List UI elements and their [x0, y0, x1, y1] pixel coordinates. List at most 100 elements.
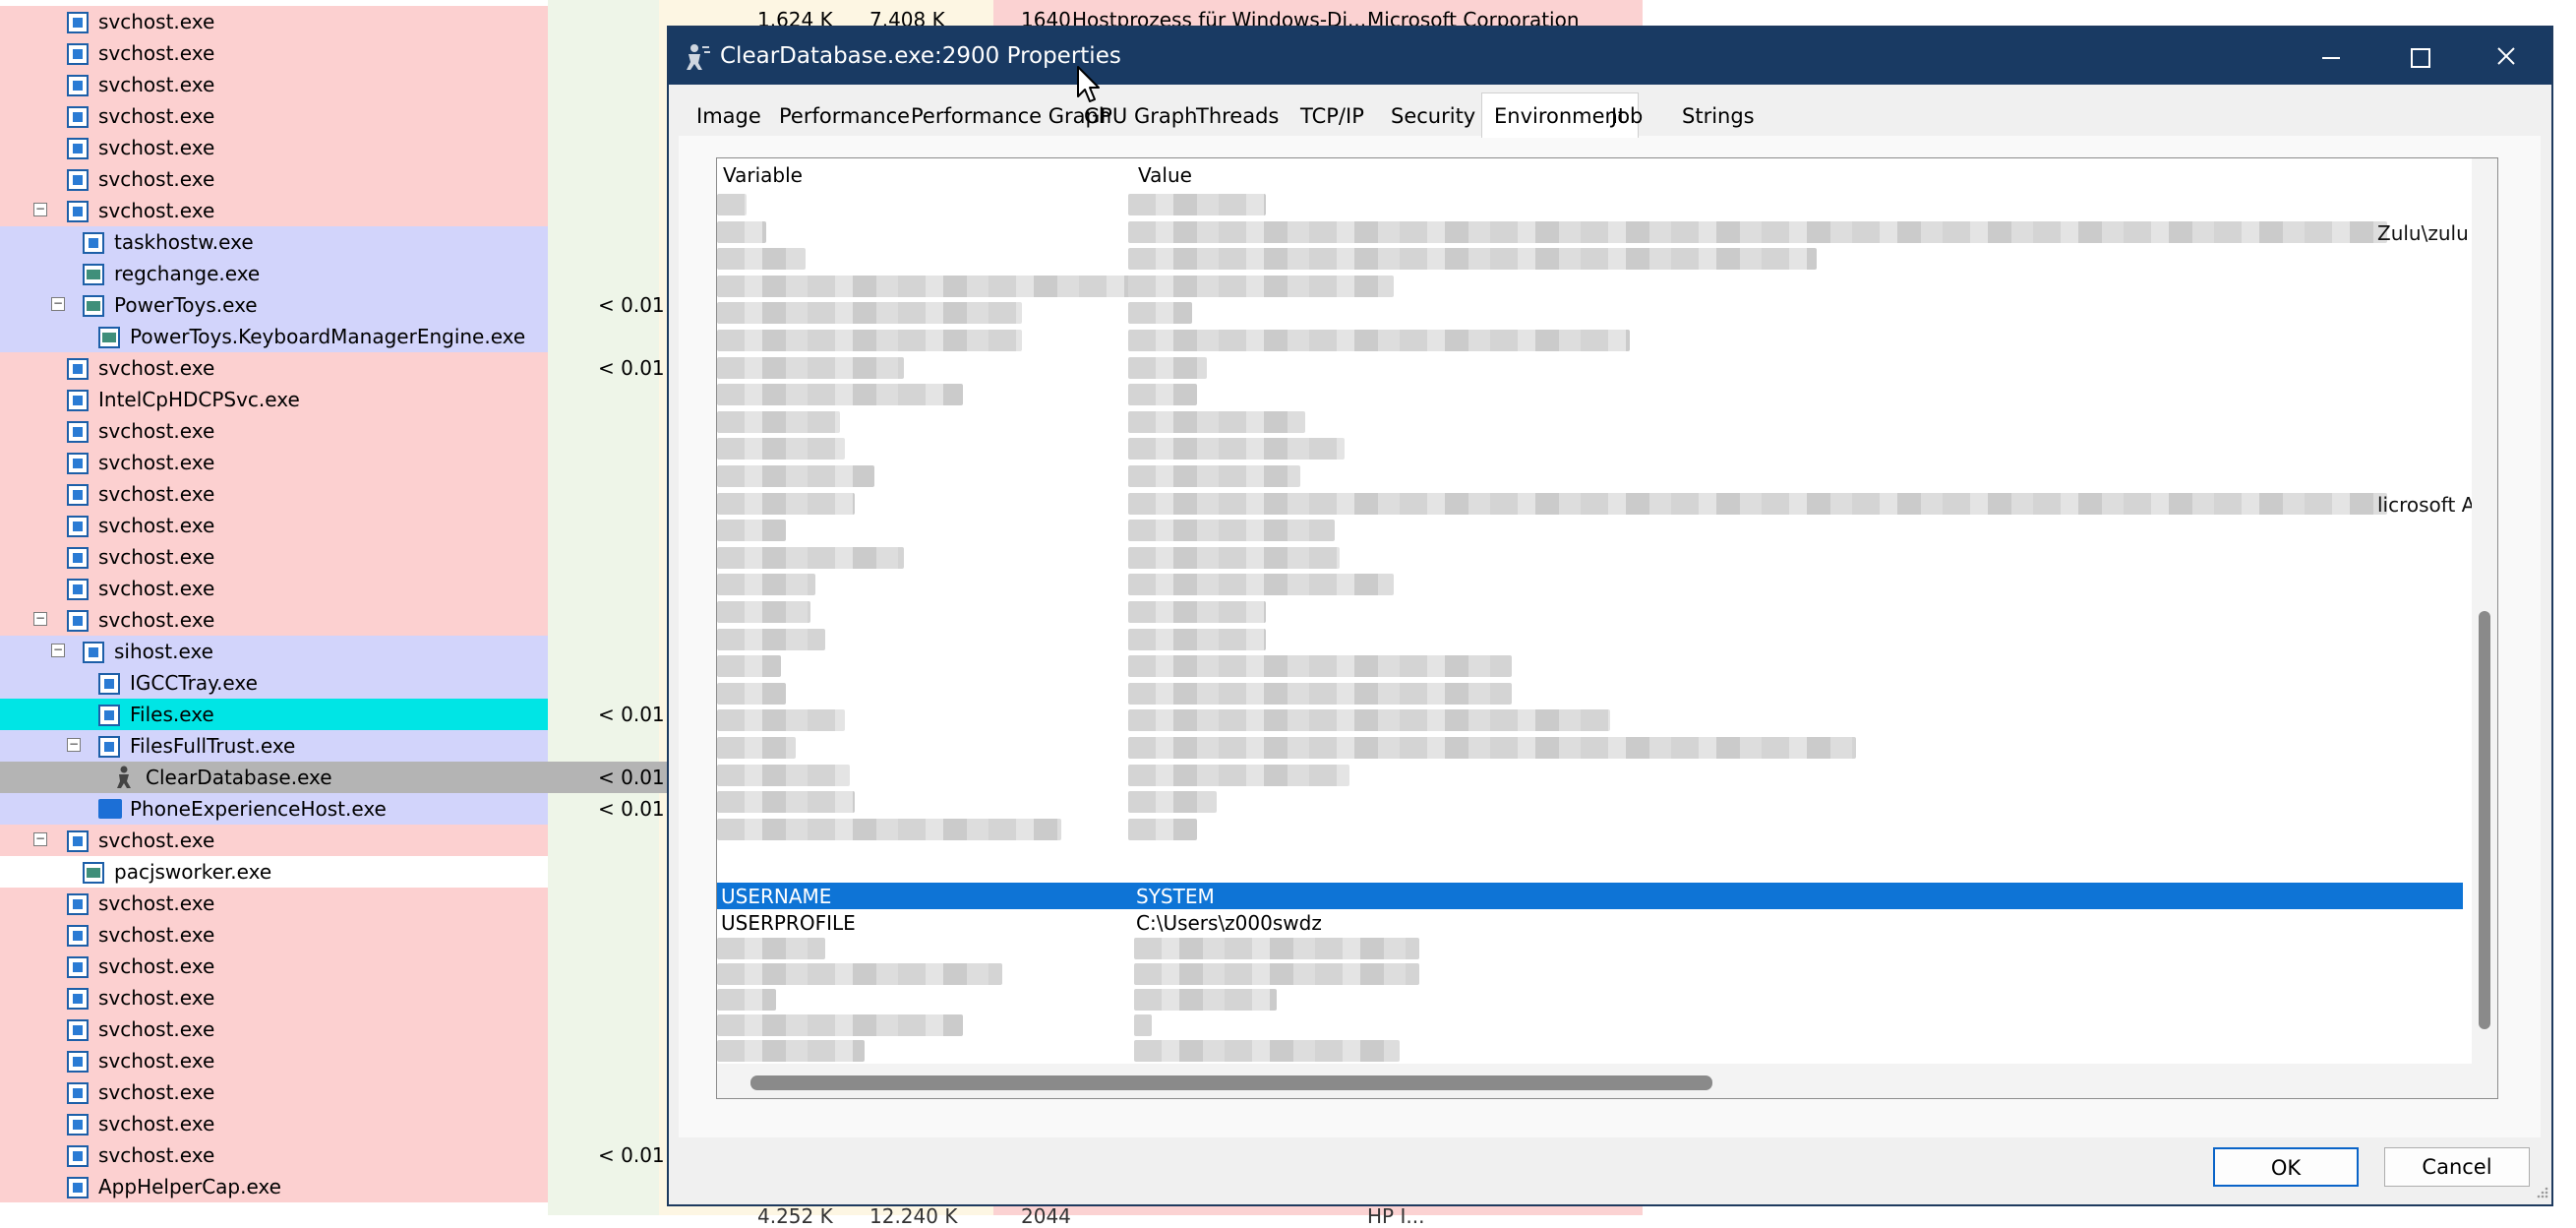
environment-row-redacted[interactable] — [717, 1013, 2463, 1039]
process-row[interactable]: IntelCpHDCPSvc.exe — [0, 384, 548, 415]
vertical-scroll-thumb[interactable] — [2479, 611, 2490, 1029]
process-row[interactable]: − svchost.exe — [0, 825, 548, 856]
process-row[interactable]: svchost.exe — [0, 573, 548, 604]
environment-row-redacted[interactable] — [717, 246, 2463, 273]
environment-row-redacted[interactable] — [717, 653, 2463, 680]
environment-row-redacted[interactable] — [717, 328, 2463, 354]
process-row[interactable]: AppHelperCap.exe — [0, 1171, 548, 1202]
process-row[interactable]: − FilesFullTrust.exe — [0, 730, 548, 762]
resize-grip-icon[interactable] — [2534, 1185, 2549, 1200]
collapse-toggle-icon[interactable]: − — [51, 297, 65, 311]
environment-row-redacted[interactable] — [717, 274, 2463, 300]
process-row[interactable]: svchost.exe — [0, 1076, 548, 1108]
tab-job[interactable]: Job — [1599, 96, 1654, 138]
environment-row-redacted[interactable] — [717, 1038, 2463, 1065]
close-button[interactable] — [2462, 28, 2550, 85]
environment-row-redacted[interactable] — [717, 572, 2463, 598]
process-row[interactable]: svchost.exe — [0, 541, 548, 573]
column-value[interactable]: Value — [1138, 163, 1192, 187]
environment-row[interactable]: USERPROFILE C:\Users\z000swdz — [717, 909, 2463, 936]
collapse-toggle-icon[interactable]: − — [33, 832, 47, 846]
process-row[interactable]: svchost.exe < 0.01 — [0, 352, 665, 384]
column-variable[interactable]: Variable — [723, 163, 803, 187]
environment-row-redacted[interactable] — [717, 627, 2463, 653]
process-row[interactable]: svchost.exe — [0, 6, 548, 37]
vertical-scrollbar[interactable] — [2472, 158, 2497, 1098]
process-row[interactable]: svchost.exe — [0, 37, 548, 69]
process-row[interactable]: svchost.exe — [0, 1108, 548, 1139]
tab-strings[interactable]: Strings — [1670, 96, 1767, 138]
environment-row-redacted[interactable] — [717, 763, 2463, 789]
process-row[interactable]: svchost.exe — [0, 982, 548, 1013]
process-row[interactable]: − sihost.exe — [0, 636, 548, 667]
process-row[interactable]: svchost.exe — [0, 415, 548, 447]
environment-row-redacted[interactable] — [717, 382, 2463, 408]
environment-row-redacted[interactable] — [717, 599, 2463, 626]
process-row[interactable]: regchange.exe — [0, 258, 548, 289]
process-row[interactable]: Files.exe < 0.01 — [0, 699, 665, 730]
environment-row-redacted[interactable] — [717, 409, 2463, 436]
process-row[interactable]: − svchost.exe — [0, 195, 548, 226]
process-row[interactable]: svchost.exe — [0, 951, 548, 982]
process-name: svchost.exe — [98, 41, 215, 65]
process-row[interactable]: svchost.exe — [0, 163, 548, 195]
process-row[interactable]: svchost.exe — [0, 100, 548, 132]
process-name: svchost.exe — [98, 199, 215, 222]
process-row[interactable]: svchost.exe — [0, 888, 548, 919]
ok-button[interactable]: OK — [2213, 1147, 2359, 1187]
environment-row-redacted[interactable] — [717, 300, 2463, 327]
environment-row-redacted[interactable]: Zulu\zulu — [717, 219, 2469, 246]
process-tree[interactable]: svchost.exe svchost.exe svchost.exe svchost… — [0, 0, 669, 1215]
tab-tcp-ip[interactable]: TCP/IP — [1288, 96, 1376, 138]
process-row[interactable]: IGCCTray.exe — [0, 667, 548, 699]
process-row[interactable]: PowerToys.KeyboardManagerEngine.exe — [0, 321, 548, 352]
environment-row-selected[interactable]: USERNAME SYSTEM — [717, 883, 2463, 909]
environment-row-redacted[interactable] — [717, 355, 2463, 382]
process-row[interactable]: − PowerToys.exe < 0.01 — [0, 289, 665, 321]
environment-row-redacted[interactable] — [717, 789, 2463, 816]
collapse-toggle-icon[interactable]: − — [51, 644, 65, 657]
process-row[interactable]: svchost.exe — [0, 447, 548, 478]
environment-row-redacted[interactable] — [717, 192, 2463, 218]
environment-row-redacted[interactable] — [717, 436, 2463, 462]
environment-row-redacted[interactable] — [717, 987, 2463, 1013]
process-row[interactable]: svchost.exe — [0, 1013, 548, 1045]
tab-image[interactable]: Image — [685, 96, 773, 138]
title-bar[interactable]: ClearDatabase.exe:2900 Properties — [669, 28, 2551, 85]
process-row[interactable]: svchost.exe < 0.01 — [0, 1139, 665, 1171]
process-row[interactable]: svchost.exe — [0, 69, 548, 100]
environment-row-redacted[interactable] — [717, 463, 2463, 490]
cancel-button[interactable]: Cancel — [2384, 1147, 2530, 1187]
environment-row-redacted[interactable] — [717, 681, 2463, 707]
collapse-toggle-icon[interactable]: − — [33, 612, 47, 626]
process-row[interactable]: − svchost.exe — [0, 604, 548, 636]
minimize-button[interactable] — [2285, 28, 2373, 85]
variable-value: C:\Users\z000swdz — [1136, 911, 1322, 935]
environment-row-redacted[interactable] — [717, 545, 2463, 572]
environment-row-redacted[interactable] — [717, 817, 2463, 843]
environment-row-redacted[interactable]: licrosoft A — [717, 491, 2475, 518]
environment-row-redacted[interactable] — [717, 518, 2463, 544]
collapse-toggle-icon[interactable]: − — [33, 203, 47, 216]
process-row[interactable]: ClearDatabase.exe < 0.01 — [0, 762, 669, 793]
process-icon — [98, 736, 120, 758]
tab-security[interactable]: Security — [1379, 96, 1487, 138]
environment-row-redacted[interactable] — [717, 707, 2463, 734]
process-row[interactable]: svchost.exe — [0, 919, 548, 951]
collapse-toggle-icon[interactable]: − — [67, 738, 81, 752]
environment-list[interactable]: Variable Value Zulu\zulu licrosoft A USERN… — [716, 157, 2498, 1099]
environment-row-redacted[interactable] — [717, 735, 2463, 762]
environment-row-redacted[interactable] — [717, 936, 2463, 962]
process-row[interactable]: PhoneExperienceHost.exe < 0.01 — [0, 793, 665, 825]
process-row[interactable]: svchost.exe — [0, 478, 548, 510]
process-row[interactable]: svchost.exe — [0, 510, 548, 541]
horizontal-scroll-thumb[interactable] — [750, 1075, 1712, 1090]
process-row[interactable]: svchost.exe — [0, 132, 548, 163]
tab-threads[interactable]: Threads — [1184, 96, 1290, 138]
environment-row-redacted[interactable] — [717, 961, 2463, 988]
process-row[interactable]: taskhostw.exe — [0, 226, 548, 258]
process-row[interactable]: pacjsworker.exe — [0, 856, 548, 888]
maximize-button[interactable] — [2373, 28, 2462, 85]
horizontal-scrollbar[interactable] — [717, 1064, 2472, 1098]
process-row[interactable]: svchost.exe — [0, 1045, 548, 1076]
